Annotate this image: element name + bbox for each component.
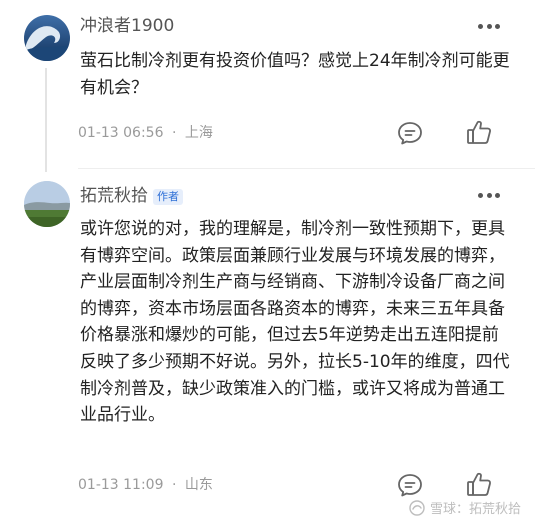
reply-icon[interactable] (397, 473, 423, 501)
watermark-text: 雪球：拓荒秋拾 (429, 502, 521, 517)
more-icon[interactable] (478, 24, 500, 30)
like-icon[interactable] (466, 471, 492, 501)
avatar-wave[interactable] (24, 15, 70, 61)
comment-1-location: 上海 (184, 125, 213, 141)
wave-avatar-image (24, 15, 70, 61)
reply-icon[interactable] (397, 121, 423, 149)
comment-1-username[interactable]: 冲浪者1900 (80, 15, 174, 37)
comment-2-time: 01-13 11:09 (78, 477, 164, 493)
comment-1-meta: 01-13 06:56 · 上海 (78, 124, 213, 142)
avatar-landscape[interactable] (24, 181, 70, 227)
meta-separator: · (171, 477, 177, 493)
comment-1-time: 01-13 06:56 (78, 125, 164, 141)
more-icon[interactable] (478, 193, 500, 199)
comment-2-text: 或许您说的对，我的理解是，制冷剂一致性预期下，更具有博弈空间。政策层面兼顾行业发… (80, 219, 510, 426)
comment-2-meta: 01-13 11:09 · 山东 (78, 476, 213, 494)
landscape-avatar-image (24, 181, 70, 227)
snowball-logo-icon (409, 499, 425, 516)
comment-1-text: 萤石比制冷剂更有投资价值吗？感觉上24年制冷剂可能更有机会？ (80, 51, 510, 98)
comment-divider (78, 168, 535, 169)
comment-2-location: 山东 (184, 477, 213, 493)
author-badge: 作者 (153, 189, 183, 205)
thread-line (45, 68, 47, 172)
like-icon[interactable] (466, 119, 492, 149)
watermark: 雪球：拓荒秋拾 (409, 498, 521, 517)
meta-separator: · (171, 125, 177, 141)
comment-2-username[interactable]: 拓荒秋拾 (80, 185, 148, 207)
